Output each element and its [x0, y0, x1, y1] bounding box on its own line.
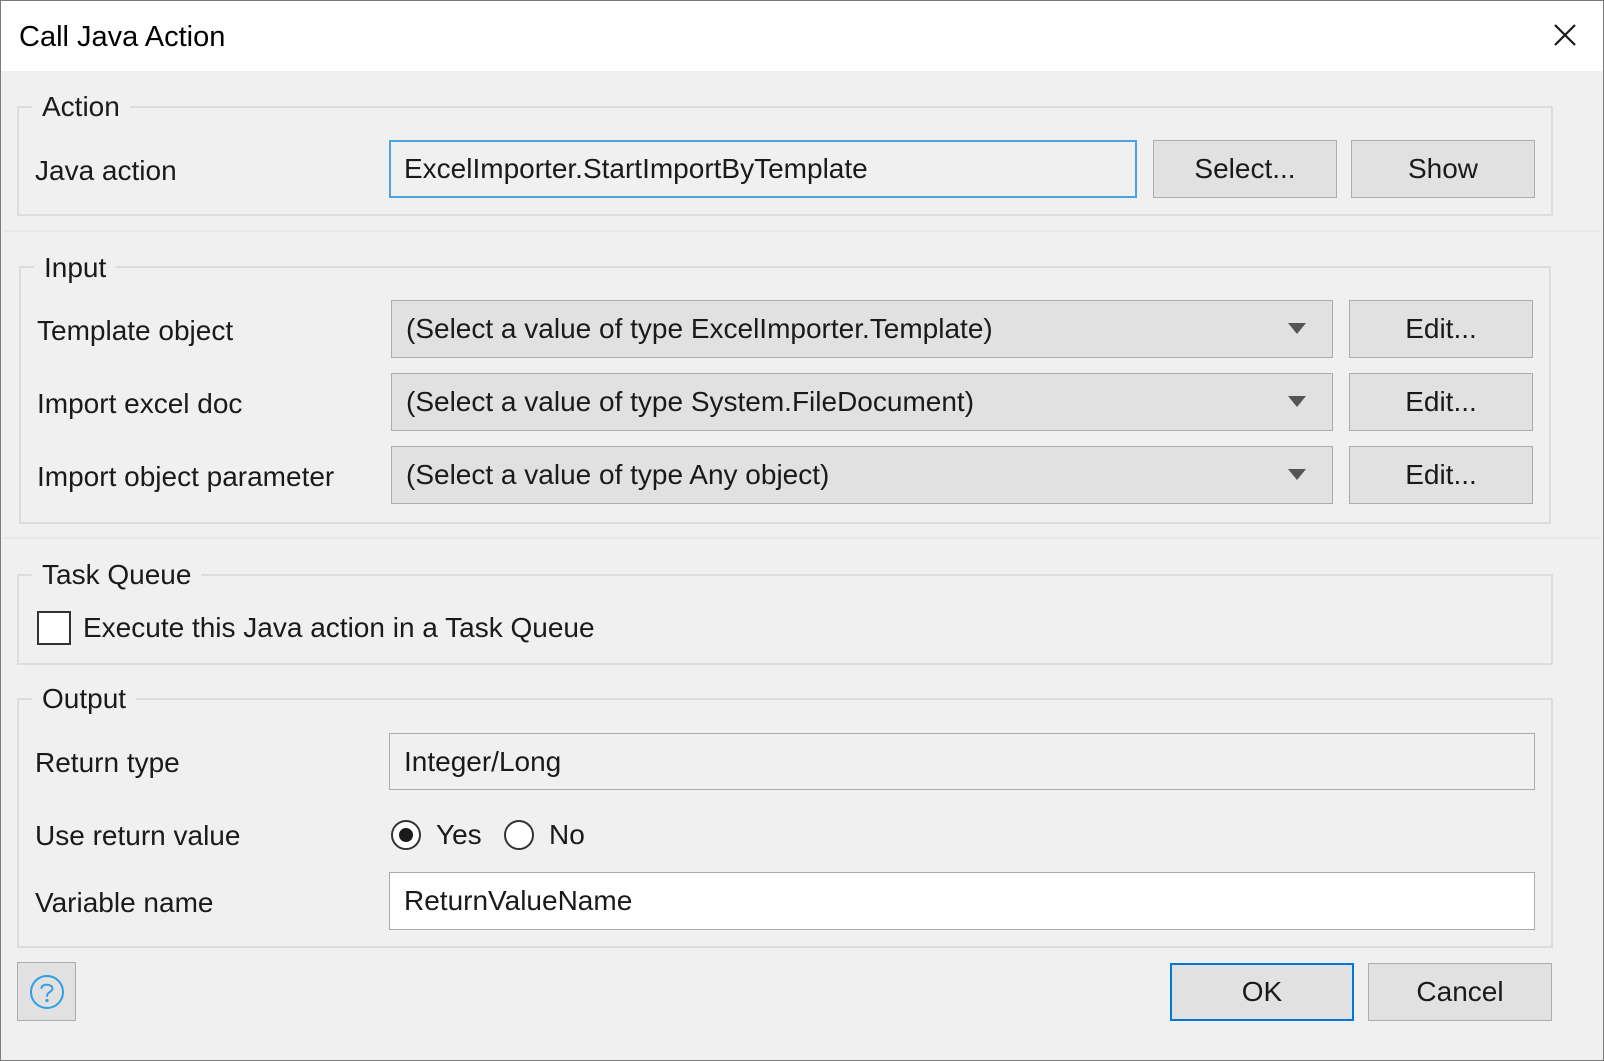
show-button[interactable]: Show [1351, 140, 1535, 198]
task-queue-checkbox-label[interactable]: Execute this Java action in a Task Queue [83, 611, 595, 645]
import-object-parameter-edit-button[interactable]: Edit... [1349, 446, 1533, 504]
import-excel-doc-edit-button[interactable]: Edit... [1349, 373, 1533, 431]
divider [3, 230, 1601, 232]
help-button[interactable] [17, 962, 76, 1021]
task-queue-group-title: Task Queue [32, 558, 202, 592]
return-type-field: Integer/Long [389, 733, 1535, 790]
import-object-parameter-value: (Select a value of type Any object) [406, 459, 830, 490]
import-excel-doc-dropdown[interactable]: (Select a value of type System.FileDocum… [391, 373, 1333, 431]
import-object-parameter-dropdown[interactable]: (Select a value of type Any object) [391, 446, 1333, 504]
dropdown-arrow-icon [1288, 469, 1306, 480]
variable-name-value: ReturnValueName [404, 885, 633, 916]
ok-button[interactable]: OK [1170, 963, 1354, 1021]
divider [3, 537, 1601, 539]
import-excel-doc-label: Import excel doc [37, 388, 243, 419]
use-return-no-label[interactable]: No [549, 818, 585, 852]
title-bar: Call Java Action [1, 1, 1603, 71]
use-return-yes-radio[interactable] [391, 820, 421, 850]
close-icon [1554, 24, 1576, 46]
question-circle-icon [29, 974, 64, 1009]
select-button[interactable]: Select... [1153, 140, 1337, 198]
import-object-parameter-label: Import object parameter [37, 461, 335, 492]
template-object-dropdown[interactable]: (Select a value of type ExcelImporter.Te… [391, 300, 1333, 358]
template-object-value: (Select a value of type ExcelImporter.Te… [406, 313, 993, 344]
radio-selected-dot [399, 828, 413, 842]
dropdown-arrow-icon [1288, 396, 1306, 407]
output-group-title: Output [32, 682, 137, 716]
template-object-label: Template object [37, 315, 234, 346]
input-group-title: Input [34, 251, 117, 285]
task-queue-checkbox[interactable] [37, 611, 71, 645]
dialog-title: Call Java Action [19, 21, 226, 53]
use-return-no-radio[interactable] [504, 820, 534, 850]
call-java-action-dialog: Call Java Action Action Java action Exce… [0, 0, 1604, 1061]
use-return-value-label: Use return value [35, 820, 241, 851]
action-group-title: Action [32, 90, 130, 124]
import-excel-doc-value: (Select a value of type System.FileDocum… [406, 386, 975, 417]
java-action-field[interactable]: ExcelImporter.StartImportByTemplate [389, 140, 1137, 198]
close-button[interactable] [1545, 15, 1585, 55]
java-action-label: Java action [35, 155, 177, 186]
java-action-value: ExcelImporter.StartImportByTemplate [404, 153, 868, 184]
use-return-yes-label[interactable]: Yes [436, 818, 482, 852]
cancel-button[interactable]: Cancel [1368, 963, 1552, 1021]
return-type-label: Return type [35, 747, 180, 778]
variable-name-label: Variable name [35, 887, 214, 918]
dropdown-arrow-icon [1288, 323, 1306, 334]
return-type-value: Integer/Long [404, 745, 562, 777]
template-object-edit-button[interactable]: Edit... [1349, 300, 1533, 358]
variable-name-input[interactable]: ReturnValueName [389, 872, 1535, 930]
